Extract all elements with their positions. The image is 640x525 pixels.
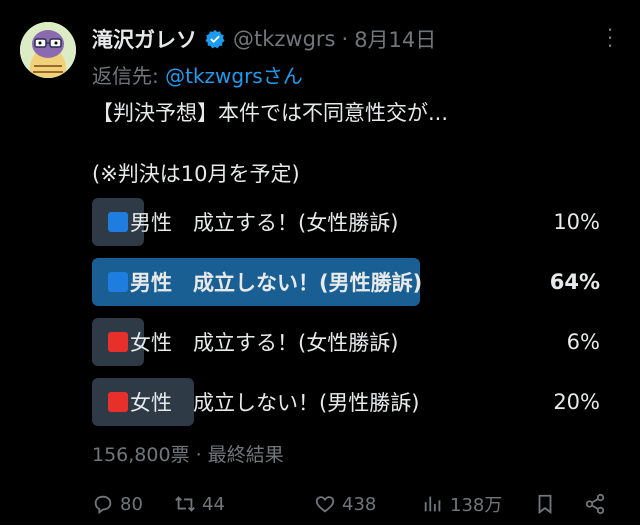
retweet-count: 44 — [202, 493, 225, 515]
share-icon — [585, 493, 605, 515]
poll-option-percent: 64% — [549, 270, 600, 294]
like-icon — [315, 496, 335, 513]
square-marker-icon — [108, 272, 128, 292]
avatar[interactable] — [20, 22, 76, 78]
reply-count: 80 — [120, 493, 143, 515]
poll-option-label: 女性 成立しない！(男性勝訴) — [130, 391, 420, 415]
retweet-icon — [175, 496, 195, 512]
tweet-header: 滝沢ガレソ @tkzwgrs · 8月14日 · · · — [92, 20, 620, 56]
like-button[interactable]: 438 — [314, 493, 376, 515]
bookmark-icon — [538, 494, 552, 515]
tweet-text: 【判決予想】本件では不同意性交が... — [92, 101, 449, 125]
square-marker-icon — [108, 212, 128, 232]
views-button[interactable]: 138万 — [422, 491, 502, 517]
poll-option-percent: 10% — [553, 210, 600, 234]
poll-option-label: 男性 成立する！(女性勝訴) — [130, 211, 399, 235]
poll-meta-separator: · — [189, 444, 208, 466]
square-marker-icon — [108, 392, 128, 412]
poll: 男性 成立する！(女性勝訴) 10% 男性 成立しない！(男性勝訴) 64% 女… — [92, 196, 604, 436]
tweet-date[interactable]: 8月14日 — [354, 24, 436, 54]
bookmark-button[interactable] — [534, 493, 556, 515]
share-button[interactable] — [584, 493, 606, 515]
poll-option: 男性 成立しない！(男性勝訴) 64% — [92, 256, 604, 308]
reply-mention[interactable]: @tkzwgrsさん — [165, 64, 303, 88]
like-count: 438 — [342, 493, 377, 515]
separator-dot: · — [341, 27, 349, 51]
poll-option-percent: 20% — [553, 390, 600, 414]
poll-meta: 156,800票 · 最終結果 — [92, 440, 284, 467]
poll-option-label: 女性 成立する！(女性勝訴) — [130, 331, 399, 355]
reply-icon — [94, 495, 112, 515]
action-bar: 80 44 438 138万 — [92, 490, 620, 518]
verified-badge-icon — [205, 29, 225, 49]
poll-option-percent: 6% — [566, 330, 600, 354]
views-icon — [424, 496, 441, 512]
poll-option: 女性 成立する！(女性勝訴) 6% — [92, 316, 604, 368]
poll-option: 女性 成立しない！(男性勝訴) 20% — [92, 376, 604, 428]
reply-button[interactable]: 80 — [92, 493, 143, 515]
square-marker-icon — [108, 332, 128, 352]
more-icon[interactable]: · · · — [600, 20, 620, 56]
retweet-button[interactable]: 44 — [174, 493, 225, 515]
poll-status: 最終結果 — [207, 444, 284, 466]
poll-vote-count: 156,800票 — [92, 444, 190, 466]
tweet-subtext: (※判決は10月を予定) — [92, 162, 300, 186]
views-count: 138万 — [450, 495, 503, 516]
poll-option: 男性 成立する！(女性勝訴) 10% — [92, 196, 604, 248]
display-name[interactable]: 滝沢ガレソ — [92, 24, 197, 54]
poll-option-label: 男性 成立しない！(男性勝訴) — [130, 271, 423, 295]
reply-context: 返信先: @tkzwgrsさん — [92, 60, 303, 89]
reply-prefix: 返信先: — [92, 64, 166, 88]
user-handle[interactable]: @tkzwgrs — [233, 27, 336, 51]
